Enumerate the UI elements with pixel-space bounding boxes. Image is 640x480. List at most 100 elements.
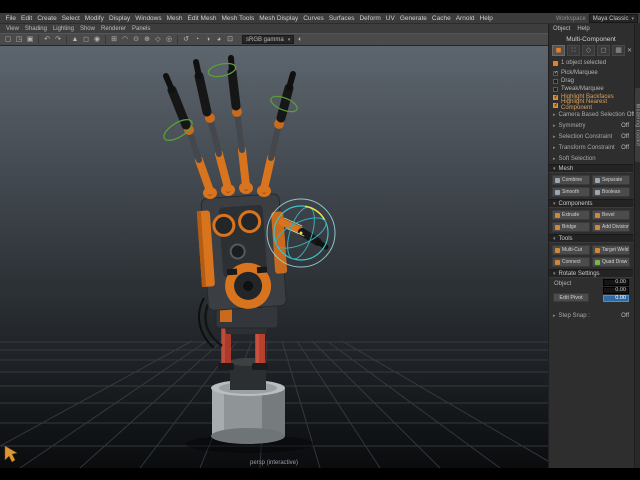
menu-select[interactable]: Select <box>59 15 82 22</box>
menu-cache[interactable]: Cache <box>429 15 453 22</box>
edge-mode-icon[interactable]: ◇ <box>582 45 595 56</box>
render-current-frame-icon[interactable]: ◑ <box>203 34 213 45</box>
boolean-button[interactable]: Boolean <box>592 187 630 197</box>
select-component-icon[interactable]: ◉ <box>92 34 102 45</box>
bevel-button[interactable]: Bevel <box>592 210 630 220</box>
option-transform-constraint[interactable]: Transform Constraint Off <box>549 142 633 153</box>
vertex-mode-icon[interactable]: ∷ <box>567 45 580 56</box>
section-header-tools[interactable]: Tools <box>549 234 633 243</box>
toolkit-menu-object[interactable]: Object <box>553 26 570 32</box>
exposure-icon[interactable]: ◐ <box>295 34 305 45</box>
ipr-render-icon[interactable]: ◕ <box>214 34 224 45</box>
multi-component-mode-icon[interactable]: ◼ <box>552 45 565 56</box>
option-selection-constraint[interactable]: Selection Constraint Off <box>549 131 633 142</box>
section-header-rotate-settings[interactable]: Rotate Settings <box>549 269 633 278</box>
menu-help[interactable]: Help <box>477 15 495 22</box>
workspace-dropdown[interactable]: Maya Classic <box>589 14 638 23</box>
panelmenu-show[interactable]: Show <box>77 26 98 32</box>
menu-windows[interactable]: Windows <box>133 15 164 22</box>
checkbox-pick-marquee[interactable]: Pick/Marquee <box>549 69 633 77</box>
redo-icon[interactable]: ↷ <box>53 34 63 45</box>
option-camera-based-selection[interactable]: Camera Based Selection Off <box>549 109 633 120</box>
snap-to-projected-center-icon[interactable]: ⊕ <box>142 34 152 45</box>
snap-to-grid-icon[interactable]: ⊞ <box>109 34 119 45</box>
menu-create[interactable]: Create <box>35 15 60 22</box>
step-snap-label: Step Snap : <box>559 313 590 319</box>
checkbox[interactable] <box>553 95 558 100</box>
checkbox[interactable] <box>553 71 558 76</box>
snap-to-view-plane-icon[interactable]: ◇ <box>153 34 163 45</box>
tab-modeling-toolkit[interactable]: Modeling Toolkit <box>635 88 640 162</box>
toolkit-title: Multi-Component <box>549 34 633 44</box>
option-value: Off <box>621 123 629 129</box>
save-scene-icon[interactable]: ▣ <box>25 34 35 45</box>
render-settings-icon[interactable]: ⊡ <box>225 34 235 45</box>
quad-draw-button[interactable]: Quad Draw <box>592 257 630 267</box>
gamma-dropdown[interactable]: sRGB gamma <box>242 35 294 44</box>
menu-surfaces[interactable]: Surfaces <box>326 15 357 22</box>
undo-icon[interactable]: ↶ <box>42 34 52 45</box>
construction-history-icon[interactable]: ↺ <box>181 34 191 45</box>
soft-selection-expander[interactable]: Soft Selection <box>549 153 633 164</box>
checkbox-drag[interactable]: Drag <box>549 77 633 85</box>
section-header-mesh[interactable]: Mesh <box>549 164 633 173</box>
checkbox[interactable] <box>553 79 558 84</box>
viewport[interactable]: persp (interactive) <box>0 46 548 468</box>
render-view-icon[interactable]: ◔ <box>192 34 202 45</box>
menu-curves[interactable]: Curves <box>301 15 327 22</box>
uv-mode-icon[interactable]: ▦ <box>612 45 625 56</box>
option-symmetry[interactable]: Symmetry Off <box>549 120 633 131</box>
select-object-icon[interactable]: ◻ <box>81 34 91 45</box>
menu-mesh-display[interactable]: Mesh Display <box>257 15 301 22</box>
menu-arnold[interactable]: Arnold <box>453 15 477 22</box>
axis-orientation-dropdown[interactable]: Object <box>554 281 571 287</box>
add-divisions-button[interactable]: Add Divisions <box>592 222 630 232</box>
panelmenu-lighting[interactable]: Lighting <box>50 26 77 32</box>
panelmenu-shading[interactable]: Shading <box>22 26 50 32</box>
multi-cut-button[interactable]: Multi-Cut <box>552 245 590 255</box>
new-scene-icon[interactable]: ▢ <box>3 34 13 45</box>
target-weld-button[interactable]: Target Weld <box>592 245 630 255</box>
separate-button[interactable]: Separate <box>592 175 630 185</box>
rotate-z-field[interactable]: 0.00 <box>603 295 629 302</box>
panelmenu-view[interactable]: View <box>3 26 22 32</box>
selection-status: 1 object selected <box>549 57 633 69</box>
option-value: Off <box>621 134 629 140</box>
bridge-button[interactable]: Bridge <box>552 222 590 232</box>
menu-deform[interactable]: Deform <box>357 15 383 22</box>
section-header-components[interactable]: Components <box>549 199 633 208</box>
checkbox[interactable] <box>553 103 558 108</box>
toolkit-menu-help[interactable]: Help <box>577 26 589 32</box>
step-snap-row[interactable]: Step Snap : Off <box>549 310 633 321</box>
menu-edit-mesh[interactable]: Edit Mesh <box>185 15 219 22</box>
select-hierarchy-icon[interactable]: ▲ <box>70 34 80 45</box>
snap-to-point-icon[interactable]: ⊙ <box>131 34 141 45</box>
menu-mesh[interactable]: Mesh <box>164 15 185 22</box>
connect-button[interactable]: Connect <box>552 257 590 267</box>
make-live-icon[interactable]: ◎ <box>164 34 174 45</box>
menu-mesh-tools[interactable]: Mesh Tools <box>219 15 257 22</box>
checkbox-highlight-nearest-component[interactable]: Highlight Nearest Component <box>549 101 633 109</box>
snap-to-curve-icon[interactable]: ◠ <box>120 34 130 45</box>
menu-modify[interactable]: Modify <box>82 15 106 22</box>
combine-button[interactable]: Combine <box>552 175 590 185</box>
menu-generate[interactable]: Generate <box>397 15 429 22</box>
menu-edit[interactable]: Edit <box>18 15 34 22</box>
edit-pivot-button[interactable]: Edit Pivot <box>553 293 589 302</box>
open-scene-icon[interactable]: ◳ <box>14 34 24 45</box>
viewport-canvas[interactable] <box>0 46 548 468</box>
menu-display[interactable]: Display <box>106 15 132 22</box>
smooth-button[interactable]: Smooth <box>552 187 590 197</box>
menu-uv[interactable]: UV <box>383 15 397 22</box>
rotate-x-field[interactable]: 0.00 <box>603 279 629 286</box>
menu-file[interactable]: File <box>3 15 18 22</box>
face-mode-icon[interactable]: ◻ <box>597 45 610 56</box>
panelmenu-panels[interactable]: Panels <box>129 26 153 32</box>
close-icon[interactable]: ✕ <box>627 47 633 54</box>
checkbox[interactable] <box>553 87 558 92</box>
rotate-y-field[interactable]: 0.00 <box>603 287 629 294</box>
extrude-button[interactable]: Extrude <box>552 210 590 220</box>
panelmenu-renderer[interactable]: Renderer <box>98 26 129 32</box>
checkbox-tweak-marquee[interactable]: Tweak/Marquee <box>549 85 633 93</box>
toolbar-separator <box>177 35 178 44</box>
